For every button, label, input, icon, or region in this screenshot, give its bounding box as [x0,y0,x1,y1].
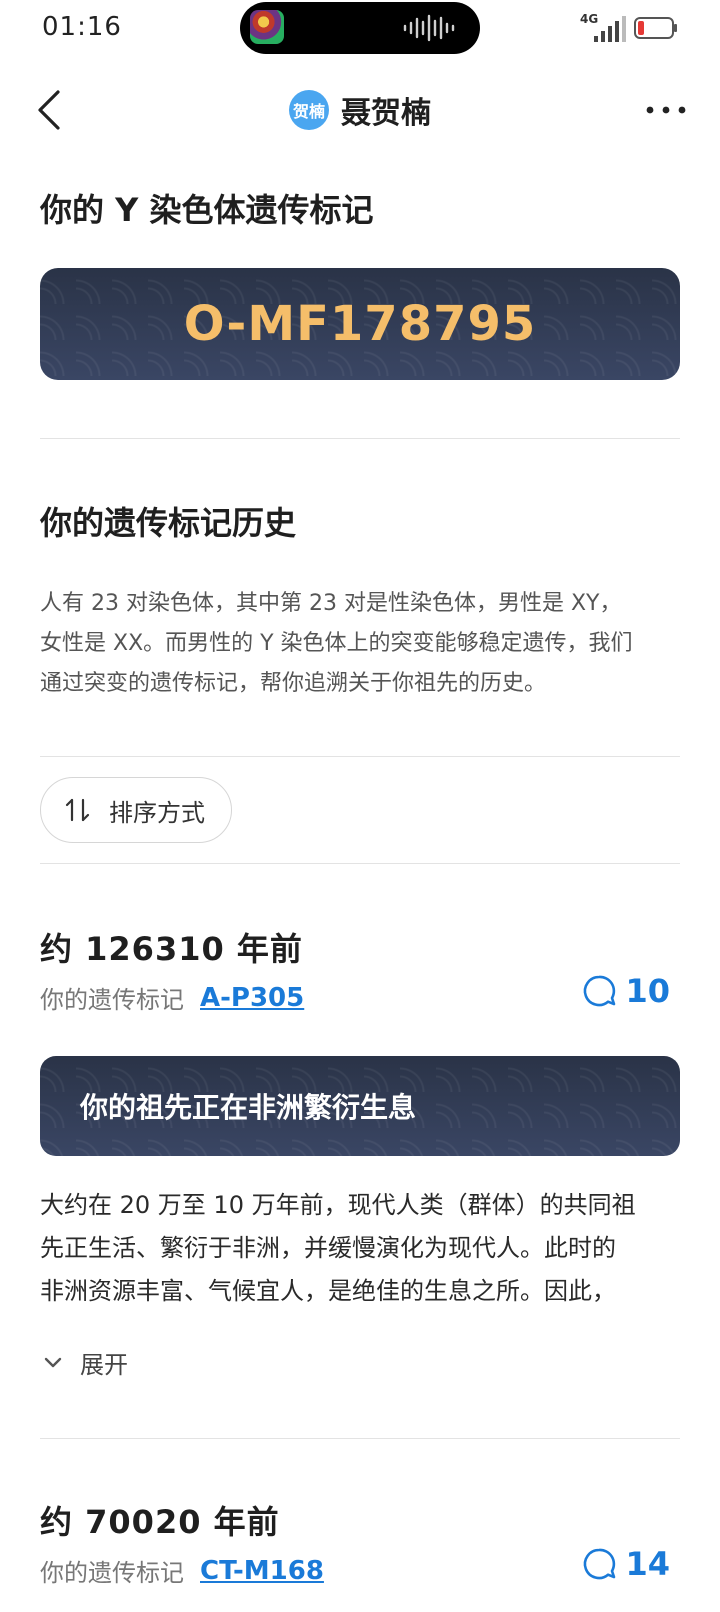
description-line: 通过突变的遗传标记，帮你追溯关于你祖先的历史。 [40,671,547,697]
more-options-icon[interactable] [642,90,690,130]
expand-row: 展开 [40,1345,680,1380]
marker-heading: 你的 Y 染色体遗传标记 [40,191,374,229]
comment-count: 14 [625,1545,670,1584]
entry-age: 约 70020 年前 [40,1503,280,1542]
entry-marker-label: 你的遗传标记 [40,1559,184,1588]
avatar[interactable]: 贺楠 [289,90,329,130]
comment-button[interactable]: 10 [581,972,670,1010]
era-text-line: 先正生活、繁衍于非洲，并缓慢演化为现代人。此时的 [40,1234,616,1263]
description-line: 人有 23 对染色体，其中第 23 对是性染色体，男性是 XY， [40,591,622,617]
expand-label: 展开 [80,1351,128,1380]
sort-button[interactable]: 排序方式 [40,777,232,844]
marker-link[interactable]: A-P305 [200,983,304,1013]
era-title: 你的祖先正在非洲繁衍生息 [80,1091,417,1125]
comment-icon [584,1548,616,1580]
sort-icon [65,799,90,822]
entry-marker-label: 你的遗传标记 [40,986,184,1015]
divider [40,756,680,758]
history-heading: 你的遗传标记历史 [40,503,297,542]
description-line: 女性是 XX。而男性的 Y 染色体上的突变能够稳定遗传，我们 [40,631,633,657]
sort-label: 排序方式 [109,798,205,827]
chevron-down-icon [44,1357,62,1367]
comment-count: 10 [625,972,670,1011]
marker-banner: O-MF178795 [40,267,680,380]
top-nav: 贺楠 聂贺楠 [0,70,720,150]
timeline-entry-header: 约 126310 年前 你的遗传标记 A-P305 10 [40,924,680,1034]
dynamic-island[interactable] [240,2,480,54]
page-title: 聂贺楠 [341,96,431,131]
page: 01:16 4G 贺楠 聂贺楠 你的 Y 染色体遗传标记 O-MF178795 … [0,0,720,1612]
history-description: 人有 23 对染色体，其中第 23 对是性染色体，男性是 XY， 女性是 XX。… [40,584,680,704]
era-description: 大约在 20 万至 10 万年前，现代人类（群体）的共同祖 先正生活、繁衍于非洲… [40,1184,680,1313]
main-content: 你的 Y 染色体遗传标记 O-MF178795 你的遗传标记历史 人有 23 对… [40,150,680,1607]
era-text-line: 大约在 20 万至 10 万年前，现代人类（群体）的共同祖 [40,1191,636,1220]
battery-icon [634,17,677,39]
era-text-line: 非洲资源丰富、气候宜人，是绝佳的生息之所。因此， [40,1277,616,1306]
nav-title-group: 贺楠 聂贺楠 [0,86,720,134]
sort-row: 排序方式 [40,777,680,844]
comment-button[interactable]: 14 [581,1545,670,1583]
status-bar: 01:16 4G [0,0,720,56]
comment-icon [584,975,616,1007]
expand-button[interactable]: 展开 [40,1345,128,1380]
audio-wave-icon [403,14,455,42]
entry-age: 约 126310 年前 [40,930,303,969]
marker-code: O-MF178795 [183,295,537,352]
status-time: 01:16 [42,12,122,42]
divider [40,863,680,865]
divider [40,437,680,439]
status-icons: 4G [580,12,680,44]
marker-link[interactable]: CT-M168 [200,1556,324,1586]
timeline-entry-header: 约 70020 年前 你的遗传标记 CT-M168 14 [40,1497,680,1607]
signal-icon [594,16,626,42]
divider [40,1438,680,1440]
era-banner: 你的祖先正在非洲繁衍生息 [40,1056,680,1157]
app-icon [250,10,284,44]
